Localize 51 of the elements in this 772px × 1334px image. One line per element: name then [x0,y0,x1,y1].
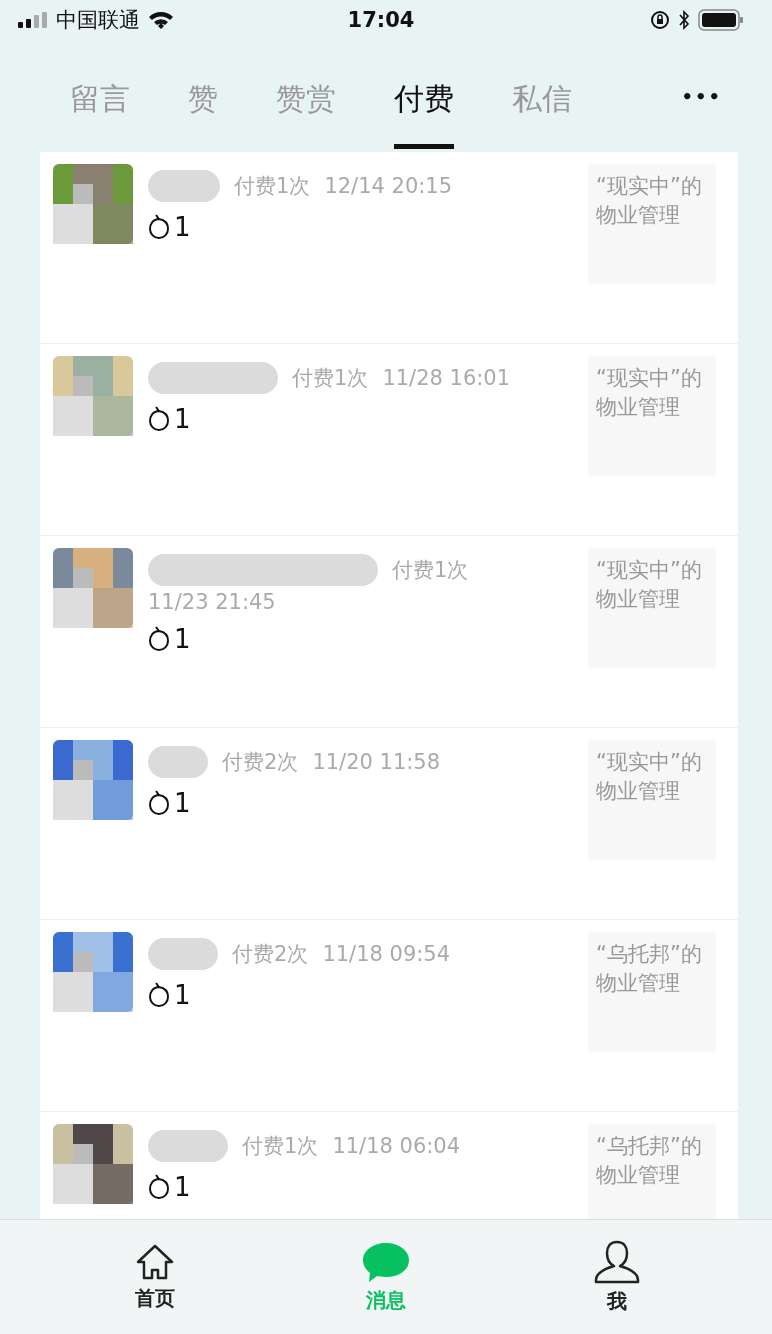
wifi-icon [148,10,174,30]
payment-amount: 1 [174,624,191,654]
carrier-name: 中国联通 [56,7,140,34]
more-button[interactable]: ••• [681,79,722,113]
payment-amount: 1 [174,1172,191,1202]
article-title[interactable]: “现实中”的物业管理 [588,356,716,476]
coin-icon [148,982,170,1008]
coin-icon [148,406,170,432]
tab[interactable]: 留言 [70,51,130,149]
article-title[interactable]: “乌托邦”的物业管理 [588,932,716,1052]
nav-item[interactable]: 我 [566,1239,667,1315]
article-title[interactable]: “乌托邦”的物业管理 [588,1124,716,1219]
payment-time: 11/18 06:04 [332,1134,461,1158]
status-time: 17:04 [347,8,415,32]
payment-amount: 1 [174,404,191,434]
tab[interactable]: 赞赏 [276,51,336,149]
payment-count: 付费2次 [222,749,299,776]
chat-icon [362,1240,410,1283]
nav-item[interactable]: 消息 [336,1240,436,1314]
bluetooth-icon [678,10,690,30]
article-title[interactable]: “现实中”的物业管理 [588,548,716,668]
redacted-name [148,746,208,778]
rotation-lock-icon [650,10,670,30]
payment-count: 付费1次 [392,557,469,584]
payment-amount: 1 [174,980,191,1010]
payment-time: 11/18 09:54 [322,942,451,966]
coin-icon [148,214,170,240]
payment-amount: 1 [174,212,191,242]
coin-icon [148,626,170,652]
battery-icon [698,9,744,31]
payment-time: 11/20 11:58 [312,750,441,774]
signal-icon [18,12,48,28]
coin-icon [148,790,170,816]
payment-count: 付费1次 [234,173,311,200]
payment-amount: 1 [174,788,191,818]
article-title[interactable]: “现实中”的物业管理 [588,740,716,860]
nav-item[interactable]: 首页 [105,1242,206,1312]
payment-count: 付费1次 [292,365,369,392]
payment-count: 付费1次 [242,1133,319,1160]
home-icon [135,1242,176,1281]
payment-count: 付费2次 [232,941,309,968]
coin-icon [148,1174,170,1200]
payment-time: 12/14 20:15 [324,174,453,198]
payment-time: 11/28 16:01 [382,366,511,390]
redacted-name [148,170,220,202]
payment-time: 11/23 21:45 [148,590,276,614]
tab[interactable]: 私信 [512,51,572,149]
article-title[interactable]: “现实中”的物业管理 [588,164,716,284]
tab[interactable]: 赞 [188,51,218,149]
redacted-name [148,938,218,970]
person-icon [593,1239,640,1284]
